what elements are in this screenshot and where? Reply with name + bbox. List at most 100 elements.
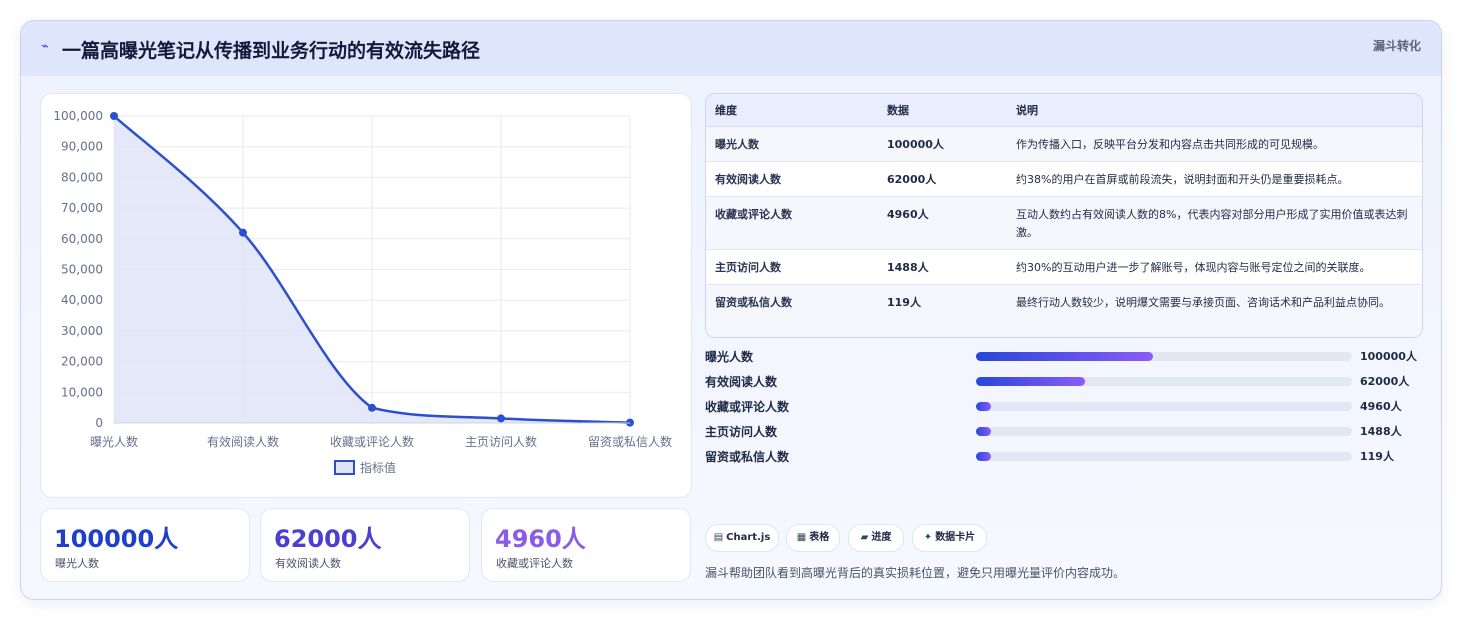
chip-label: 表格: [809, 532, 830, 543]
chip-progress[interactable]: ▰ 进度: [848, 524, 904, 552]
table-cell: 收藏或评论人数: [706, 196, 878, 250]
table-row: 曝光人数 100000人 作为传播入口，反映平台分发和内容点击共同形成的可见规模…: [706, 126, 1422, 162]
y-tick-label: 10,000: [61, 385, 103, 399]
progress-track: [976, 452, 1352, 461]
table-cell: 留资或私信人数: [706, 284, 878, 337]
table-row: 主页访问人数 1488人 约30%的互动用户进一步了解账号，体现内容与账号定位之…: [706, 249, 1422, 285]
lightning-icon: ⌁: [41, 39, 49, 54]
progress-label: 曝光人数: [705, 350, 754, 364]
data-point: [239, 228, 247, 237]
y-tick-label: 50,000: [61, 263, 103, 277]
stat-label: 曝光人数: [55, 557, 99, 570]
progress-value: 119人: [1360, 450, 1394, 463]
funnel-area-chart: 100,000 90,000 80,000 70,000 60,000 50,000 40,…: [53, 109, 672, 475]
progress-row: 曝光人数 100000人: [705, 348, 1421, 368]
stat-card-reading: 62000人 有效阅读人数: [260, 508, 470, 582]
y-tick-label: 40,000: [61, 293, 103, 307]
progress-icon: ▰: [860, 532, 869, 543]
y-tick-label: 80,000: [61, 170, 103, 184]
table-cell: 作为传播入口，反映平台分发和内容点击共同形成的可见规模。: [1007, 126, 1422, 162]
stat-label: 有效阅读人数: [275, 557, 341, 570]
progress-fill: [976, 352, 1153, 361]
progress-value: 100000人: [1360, 350, 1417, 363]
table-cell: 1488人: [878, 249, 1007, 285]
stat-value: 4960人: [495, 525, 586, 553]
progress-track: [976, 402, 1352, 411]
table-cell: 主页访问人数: [706, 249, 878, 285]
table-cell: 曝光人数: [706, 126, 878, 162]
table-icon: ▦: [796, 532, 807, 543]
stat-card-collect: 4960人 收藏或评论人数: [481, 508, 691, 582]
stat-value: 62000人: [274, 525, 382, 553]
progress-track: [976, 427, 1352, 436]
chip-label: 数据卡片: [935, 532, 976, 543]
table-cell: 119人: [878, 284, 1007, 337]
table-header-dimension: 维度: [706, 94, 878, 127]
progress-value: 62000人: [1360, 375, 1410, 388]
legend-label: 指标值: [360, 460, 396, 475]
chart-panel: 100,000 90,000 80,000 70,000 60,000 50,000 40,…: [40, 93, 692, 498]
page-title: 一篇高曝光笔记从传播到业务行动的有效流失路径: [62, 40, 481, 62]
progress-value: 4960人: [1360, 400, 1402, 413]
progress-label: 留资或私信人数: [705, 450, 790, 464]
chip-label: 进度: [871, 532, 892, 543]
chip-table[interactable]: ▦ 表格: [786, 524, 840, 552]
progress-fill: [976, 377, 1086, 386]
table-cell: 最终行动人数较少，说明爆文需要与承接页面、咨询话术和产品利益点协同。: [1007, 284, 1422, 337]
card-header: ⌁ 一篇高曝光笔记从传播到业务行动的有效流失路径 漏斗转化: [21, 21, 1441, 76]
y-tick-label: 30,000: [61, 324, 103, 338]
x-tick-label: 有效阅读人数: [207, 434, 279, 449]
table-header-data: 数据: [878, 94, 1007, 127]
progress-row: 收藏或评论人数 4960人: [705, 398, 1421, 418]
data-point: [497, 414, 505, 423]
progress-value: 1488人: [1360, 425, 1402, 438]
footnote: 漏斗帮助团队看到高曝光背后的真实损耗位置，避免只用曝光量评价内容成功。: [705, 566, 1126, 580]
y-tick-label: 70,000: [61, 201, 103, 215]
data-point: [110, 112, 118, 120]
progress-label: 收藏或评论人数: [705, 400, 790, 414]
progress-list: 曝光人数 100000人 有效阅读人数 62000人 收藏或评论人数 4960人…: [705, 348, 1421, 478]
progress-row: 留资或私信人数 119人: [705, 448, 1421, 468]
progress-fill: [976, 427, 992, 436]
stat-value: 100000人: [54, 525, 179, 553]
table-header-description: 说明: [1007, 94, 1422, 127]
table-cell: 100000人: [878, 126, 1007, 162]
table-cell: 约38%的用户在首屏或前段流失，说明封面和开头仍是重要损耗点。: [1007, 161, 1422, 197]
table-cell: 约30%的互动用户进一步了解账号，体现内容与账号定位之间的关联度。: [1007, 249, 1422, 285]
table-cell: 有效阅读人数: [706, 161, 878, 197]
progress-track: [976, 352, 1352, 361]
x-tick-label: 主页访问人数: [465, 434, 537, 449]
stat-card-exposure: 100000人 曝光人数: [40, 508, 250, 582]
progress-label: 主页访问人数: [705, 425, 778, 439]
y-tick-label: 0: [95, 416, 103, 430]
progress-row: 主页访问人数 1488人: [705, 423, 1421, 443]
progress-row: 有效阅读人数 62000人: [705, 373, 1421, 393]
chip-chartjs[interactable]: ▤ Chart.js: [705, 524, 779, 552]
table-row: 有效阅读人数 62000人 约38%的用户在首屏或前段流失，说明封面和开头仍是重…: [706, 161, 1422, 197]
progress-track: [976, 377, 1352, 386]
legend-swatch: [334, 460, 355, 475]
chart-icon: ▤: [713, 532, 724, 543]
y-tick-label: 60,000: [61, 232, 103, 246]
funnel-card: ⌁ 一篇高曝光笔记从传播到业务行动的有效流失路径 漏斗转化 100,000 90,…: [20, 20, 1442, 600]
progress-fill: [976, 402, 992, 411]
y-tick-label: 20,000: [61, 355, 103, 369]
table-row: 收藏或评论人数 4960人 互动人数约占有效阅读人数的8%，代表内容对部分用户形…: [706, 196, 1422, 250]
table-cell: 4960人: [878, 196, 1007, 250]
stat-label: 收藏或评论人数: [496, 557, 573, 570]
category-tag: 漏斗转化: [1372, 39, 1421, 53]
metrics-table: 维度 数据 说明 曝光人数 100000人 作为传播入口，反映平台分发和内容点击…: [705, 93, 1423, 338]
chip-label: Chart.js: [726, 532, 771, 543]
progress-label: 有效阅读人数: [705, 375, 778, 389]
x-tick-label: 留资或私信人数: [588, 434, 672, 449]
data-point: [368, 403, 376, 412]
chip-data-cards[interactable]: ✦ 数据卡片: [912, 524, 987, 552]
progress-fill: [976, 452, 992, 461]
table-cell: 互动人数约占有效阅读人数的8%，代表内容对部分用户形成了实用价值或表达刺激。: [1007, 196, 1422, 250]
sparkle-icon: ✦: [923, 532, 933, 543]
table-cell: 62000人: [878, 161, 1007, 197]
table-row: 留资或私信人数 119人 最终行动人数较少，说明爆文需要与承接页面、咨询话术和产…: [706, 284, 1422, 337]
x-tick-label: 收藏或评论人数: [330, 434, 414, 449]
y-tick-label: 100,000: [53, 109, 103, 123]
x-tick-label: 曝光人数: [90, 434, 138, 449]
